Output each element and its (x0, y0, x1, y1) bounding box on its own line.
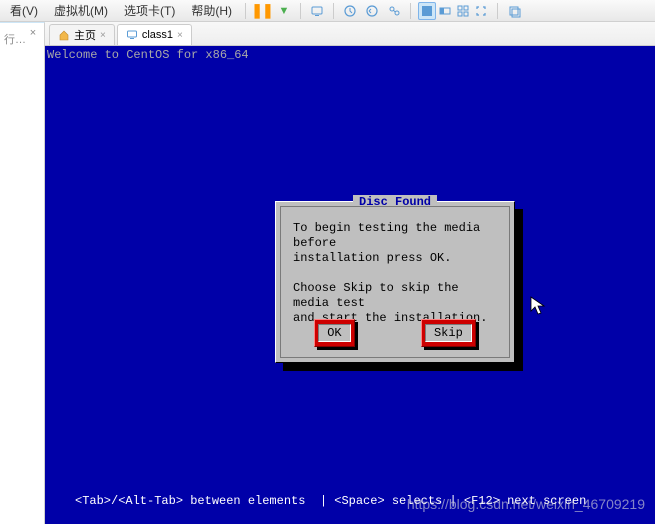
send-ctrl-alt-del-icon[interactable] (308, 2, 326, 20)
vm-console[interactable]: Welcome to CentOS for x86_64 Disc Found … (45, 46, 655, 524)
tab-home-label: 主页 (74, 27, 96, 43)
play-dropdown-icon[interactable]: ▼ (275, 2, 293, 20)
separator (497, 3, 498, 19)
sidebar-label: 行… (4, 31, 26, 47)
mouse-cursor-icon (530, 296, 546, 322)
layout-single-icon[interactable] (418, 2, 436, 20)
sidebar-close-icon[interactable]: × (26, 27, 40, 41)
skip-button[interactable]: Skip (421, 319, 476, 347)
skip-button-label: Skip (425, 324, 472, 342)
layout-side-icon[interactable] (436, 2, 454, 20)
tab-close-icon[interactable]: × (100, 30, 106, 41)
menu-view[interactable]: 看(V) (4, 0, 44, 21)
fullscreen-icon[interactable] (472, 2, 490, 20)
menu-vm[interactable]: 虚拟机(M) (48, 0, 114, 21)
layout-thumb-icon[interactable] (454, 2, 472, 20)
menu-help[interactable]: 帮助(H) (185, 0, 238, 21)
vm-icon (126, 29, 138, 41)
separator (333, 3, 334, 19)
menubar: 看(V) 虚拟机(M) 选项卡(T) 帮助(H) ❚❚ ▼ (0, 0, 655, 22)
snapshot-revert-icon[interactable] (363, 2, 381, 20)
separator (410, 3, 411, 19)
tab-home[interactable]: 主页 × (49, 24, 115, 45)
ok-button-label: OK (318, 324, 350, 342)
disc-found-dialog: Disc Found To begin testing the media be… (275, 201, 515, 363)
tab-vm-label: class1 (142, 29, 173, 41)
unity-icon[interactable] (505, 2, 523, 20)
snapshot-icon[interactable] (341, 2, 359, 20)
pause-icon[interactable]: ❚❚ (253, 2, 271, 20)
tabbar: 主页 × class1 × (45, 22, 655, 46)
watermark-text: https://blog.csdn.net/weixin_46709219 (407, 496, 645, 512)
left-sidebar: 行… × (0, 22, 45, 524)
home-icon (58, 29, 70, 41)
separator (300, 3, 301, 19)
dialog-body-text: To begin testing the media before instal… (293, 221, 497, 326)
separator (245, 3, 246, 19)
snapshot-manager-icon[interactable] (385, 2, 403, 20)
ok-button[interactable]: OK (314, 319, 354, 347)
tab-close-icon[interactable]: × (177, 30, 183, 41)
console-welcome-text: Welcome to CentOS for x86_64 (47, 48, 249, 62)
menu-tabs[interactable]: 选项卡(T) (118, 0, 181, 21)
tab-vm[interactable]: class1 × (117, 24, 192, 45)
